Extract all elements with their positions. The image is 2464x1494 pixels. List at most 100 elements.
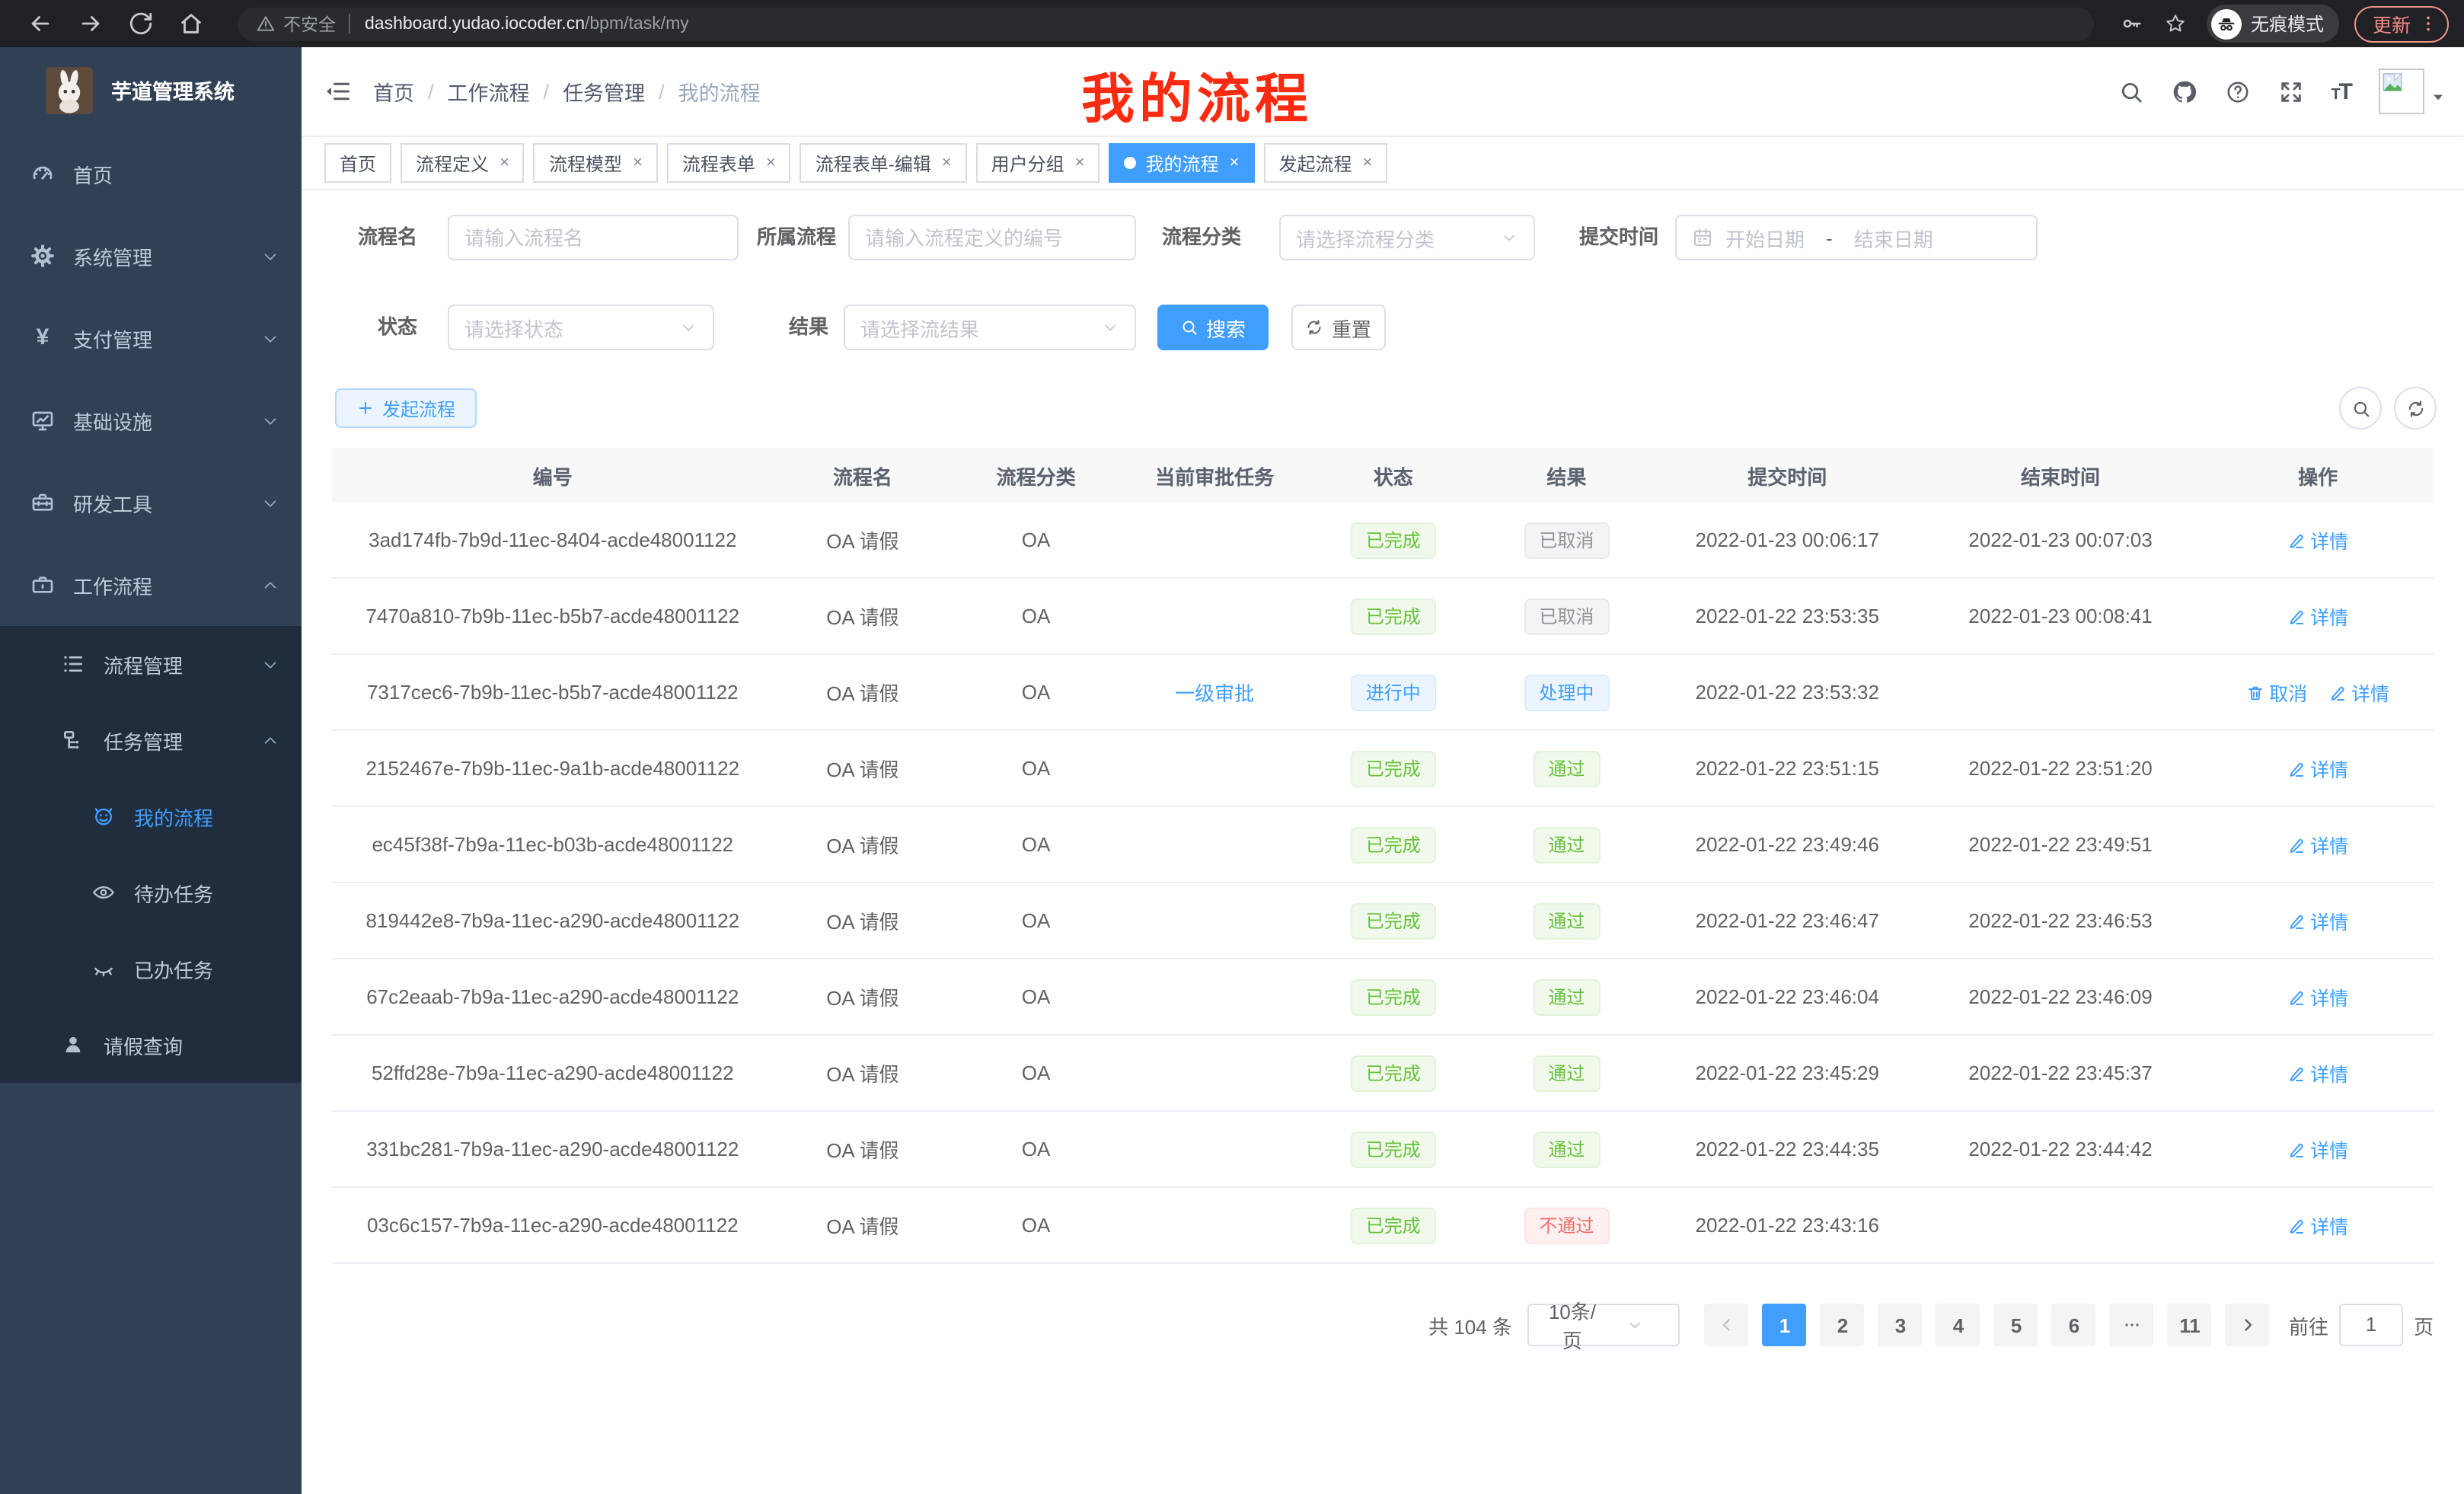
close-icon[interactable]: × bbox=[1230, 154, 1240, 172]
app-logo-row[interactable]: 芋道管理系统 bbox=[0, 47, 302, 132]
parent-process-input[interactable] bbox=[848, 215, 1136, 260]
sidebar-item-待办任务[interactable]: 待办任务 bbox=[0, 854, 302, 931]
category-select[interactable]: 请选择流程分类 bbox=[1279, 215, 1535, 260]
app-logo-rabbit bbox=[46, 66, 93, 113]
sidebar-item-工作流程[interactable]: 工作流程 bbox=[0, 544, 302, 626]
sidebar-item-我的流程[interactable]: 我的流程 bbox=[0, 778, 302, 854]
detail-link[interactable]: 详情 bbox=[2287, 754, 2348, 783]
detail-link[interactable]: 详情 bbox=[2287, 1058, 2348, 1087]
reset-button[interactable]: 重置 bbox=[1291, 305, 1386, 350]
detail-link[interactable]: 详情 bbox=[2287, 1211, 2348, 1240]
status-badge: 已完成 bbox=[1351, 522, 1436, 558]
show-search-button[interactable] bbox=[2339, 387, 2382, 429]
column-header: 状态 bbox=[1309, 461, 1477, 490]
sidebar-item-系统管理[interactable]: 系统管理 bbox=[0, 215, 302, 297]
tab-label: 流程模型 bbox=[549, 150, 622, 176]
sidebar-item-已办任务[interactable]: 已办任务 bbox=[0, 931, 302, 1007]
detail-link[interactable]: 详情 bbox=[2287, 602, 2348, 630]
tab-我的流程[interactable]: 我的流程× bbox=[1109, 143, 1255, 183]
detail-link[interactable]: 详情 bbox=[2287, 906, 2348, 935]
prev-page-button[interactable] bbox=[1705, 1304, 1749, 1346]
tab-首页[interactable]: 首页 bbox=[324, 143, 391, 183]
home-icon[interactable] bbox=[178, 11, 204, 37]
page-button-3[interactable]: 3 bbox=[1878, 1304, 1923, 1346]
avatar-caret-down-icon[interactable] bbox=[2430, 90, 2446, 105]
page-button-1[interactable]: 1 bbox=[1763, 1304, 1807, 1346]
sidebar-item-研发工具[interactable]: 研发工具 bbox=[0, 461, 302, 544]
process-name-input[interactable] bbox=[448, 215, 739, 260]
bookmark-star-icon[interactable] bbox=[2164, 12, 2187, 35]
tab-流程模型[interactable]: 流程模型 × bbox=[534, 143, 658, 183]
current-task[interactable]: 一级审批 bbox=[1120, 678, 1309, 707]
page-button-11[interactable]: 11 bbox=[2168, 1304, 2212, 1346]
process-id: 7317cec6-7b9b-11ec-b5b7-acde48001122 bbox=[332, 681, 774, 704]
result-badge: 处理中 bbox=[1524, 674, 1609, 710]
sidebar-item-支付管理[interactable]: ¥支付管理 bbox=[0, 297, 302, 379]
end-time: 2022-01-22 23:49:51 bbox=[1919, 833, 2203, 856]
url-divider bbox=[348, 14, 349, 34]
help-icon[interactable] bbox=[2224, 78, 2250, 104]
pencil-icon bbox=[2287, 911, 2306, 930]
sidebar-item-基础设施[interactable]: 基础设施 bbox=[0, 379, 302, 461]
tab-流程定义[interactable]: 流程定义× bbox=[401, 143, 525, 183]
browser-menu-dots-icon[interactable] bbox=[2418, 14, 2438, 34]
password-key-icon[interactable] bbox=[2120, 12, 2143, 35]
sidebar-item-流程管理[interactable]: 流程管理 bbox=[0, 626, 302, 702]
more-pages-button[interactable] bbox=[2110, 1304, 2154, 1346]
not-secure-warning-icon[interactable] bbox=[256, 14, 276, 34]
status-select[interactable]: 请选择状态 bbox=[448, 305, 714, 350]
breadcrumb-item[interactable]: 任务管理 bbox=[563, 76, 645, 107]
detail-link[interactable]: 详情 bbox=[2287, 830, 2348, 859]
page-button-5[interactable]: 5 bbox=[1994, 1304, 2038, 1346]
address-bar[interactable]: 不安全 dashboard.yudao.iocoder.cn/bpm/task/… bbox=[238, 7, 2094, 40]
font-size-icon[interactable]: TT bbox=[2331, 78, 2351, 104]
detail-link[interactable]: 详情 bbox=[2328, 678, 2389, 707]
page-button-2[interactable]: 2 bbox=[1821, 1304, 1865, 1346]
hamburger-icon[interactable] bbox=[324, 78, 352, 105]
close-icon[interactable]: × bbox=[1075, 154, 1085, 172]
close-icon[interactable]: × bbox=[942, 154, 952, 172]
page-size-select[interactable]: 10条/页 bbox=[1527, 1304, 1680, 1346]
breadcrumb-item[interactable]: 首页 bbox=[373, 76, 414, 107]
detail-link[interactable]: 详情 bbox=[2287, 525, 2348, 554]
submit-time-range-picker[interactable]: 开始日期 - 结束日期 bbox=[1675, 215, 2038, 260]
tab-流程表单-编辑[interactable]: 流程表单-编辑× bbox=[800, 143, 967, 183]
close-icon[interactable]: × bbox=[633, 154, 643, 172]
close-icon[interactable]: × bbox=[1362, 154, 1372, 172]
tab-流程表单[interactable]: 流程表单× bbox=[667, 143, 791, 183]
detail-link[interactable]: 详情 bbox=[2287, 1135, 2348, 1164]
forward-icon[interactable] bbox=[78, 11, 104, 37]
back-icon[interactable] bbox=[27, 11, 53, 37]
cancel-link[interactable]: 取消 bbox=[2246, 678, 2307, 707]
page-button-6[interactable]: 6 bbox=[2052, 1304, 2096, 1346]
tab-用户分组[interactable]: 用户分组× bbox=[976, 143, 1100, 183]
result-badge: 已取消 bbox=[1524, 522, 1609, 558]
update-button[interactable]: 更新 bbox=[2354, 5, 2449, 42]
avatar[interactable] bbox=[2379, 69, 2424, 114]
task-link[interactable]: 一级审批 bbox=[1175, 682, 1254, 705]
search-icon[interactable] bbox=[2118, 78, 2143, 104]
sidebar-item-请假查询[interactable]: 请假查询 bbox=[0, 1007, 302, 1083]
next-page-button[interactable] bbox=[2226, 1304, 2270, 1346]
github-icon[interactable] bbox=[2171, 78, 2197, 104]
sidebar-submenu: 流程管理任务管理我的流程待办任务已办任务请假查询 bbox=[0, 626, 302, 1083]
breadcrumb-item[interactable]: 工作流程 bbox=[448, 76, 530, 107]
create-process-button[interactable]: 发起流程 bbox=[335, 388, 477, 428]
detail-link[interactable]: 详情 bbox=[2287, 982, 2348, 1011]
close-icon[interactable]: × bbox=[766, 154, 776, 172]
sidebar-item-首页[interactable]: 首页 bbox=[0, 132, 302, 215]
search-button[interactable]: 搜索 bbox=[1157, 305, 1269, 350]
goto-page-input[interactable]: 1 bbox=[2339, 1304, 2403, 1346]
chevron-down-icon bbox=[679, 318, 697, 337]
refresh-table-button[interactable] bbox=[2394, 387, 2437, 429]
submit-time: 2022-01-22 23:53:32 bbox=[1656, 681, 1919, 704]
sidebar-item-任务管理[interactable]: 任务管理 bbox=[0, 702, 302, 778]
page-button-4[interactable]: 4 bbox=[1936, 1304, 1980, 1346]
action-label: 详情 bbox=[2310, 525, 2348, 554]
browser-toolbar: 不安全 dashboard.yudao.iocoder.cn/bpm/task/… bbox=[0, 0, 2464, 47]
reload-icon[interactable] bbox=[128, 11, 154, 37]
close-icon[interactable]: × bbox=[500, 154, 509, 172]
result-select[interactable]: 请选择流结果 bbox=[844, 305, 1136, 350]
fullscreen-icon[interactable] bbox=[2277, 78, 2303, 104]
tab-发起流程[interactable]: 发起流程× bbox=[1263, 143, 1387, 183]
